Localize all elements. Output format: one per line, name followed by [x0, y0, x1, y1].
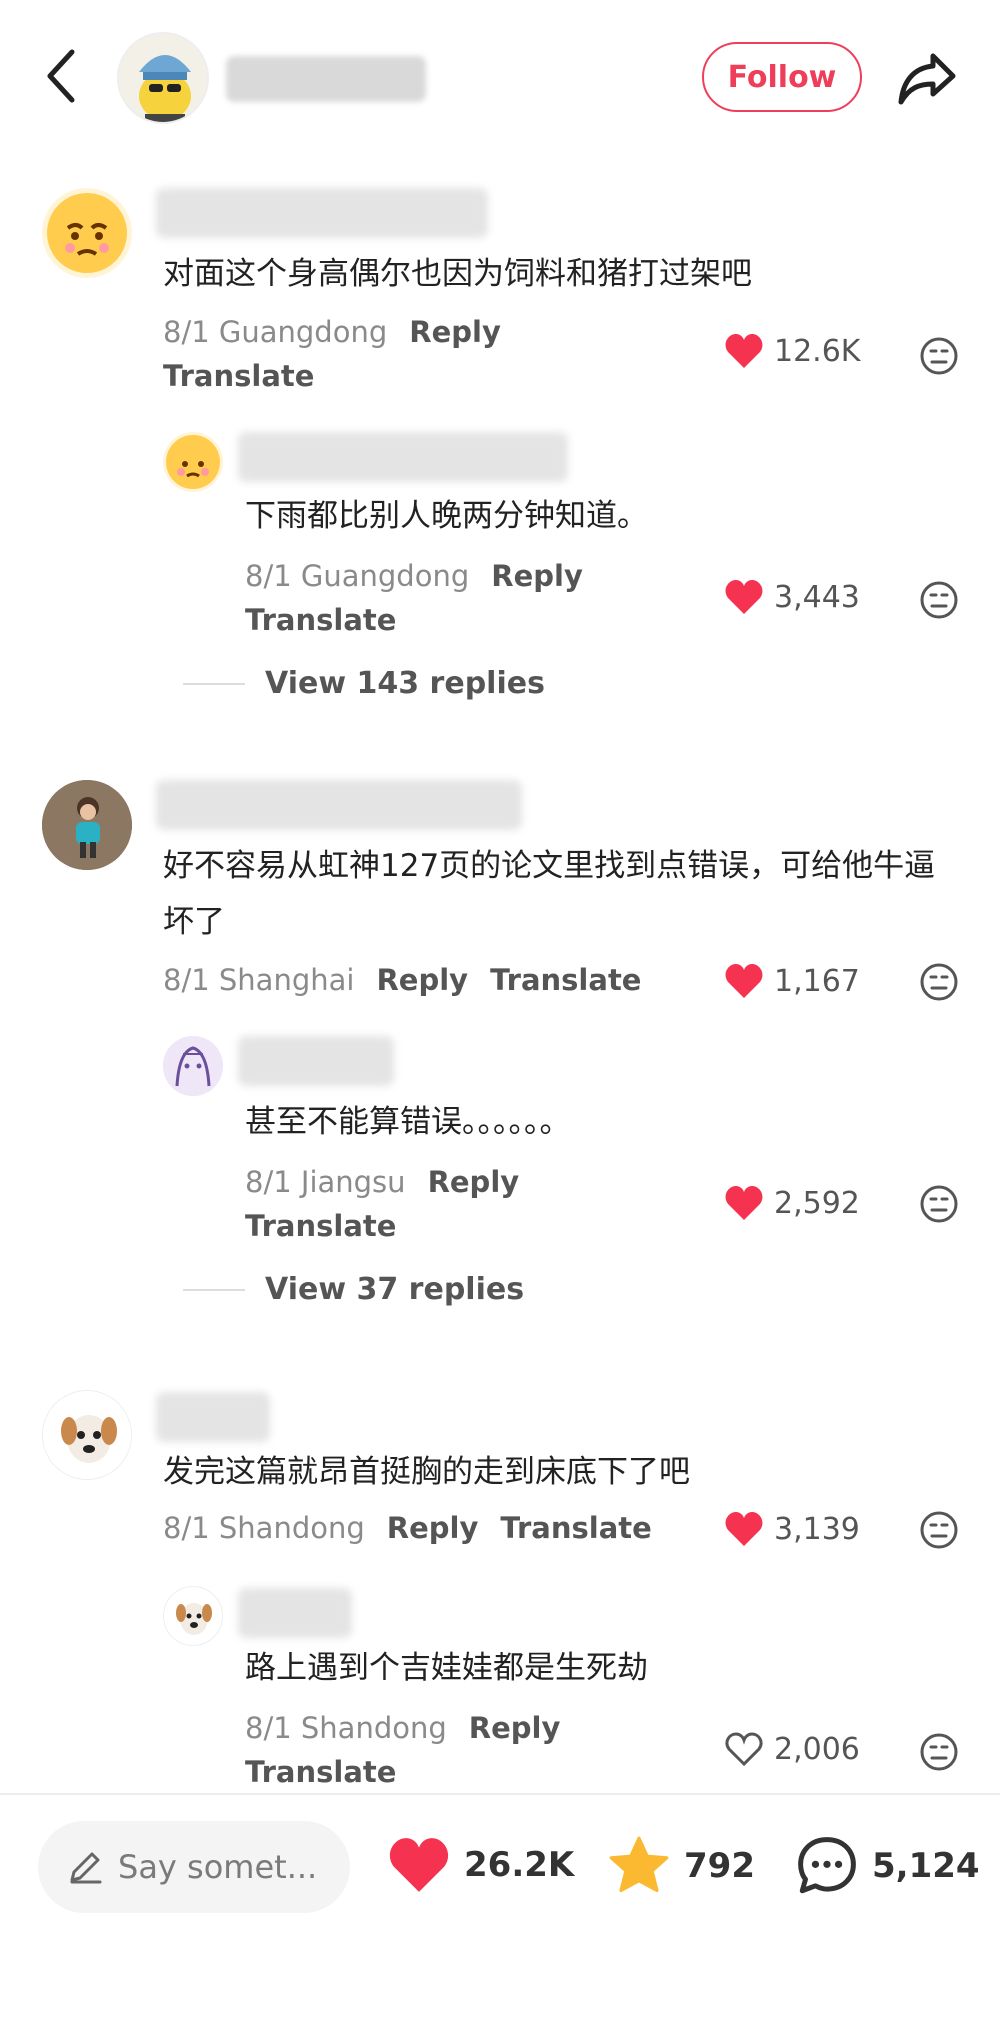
- reply-button[interactable]: Reply: [428, 1165, 520, 1199]
- date-location: 8/1 Jiangsu: [245, 1165, 406, 1199]
- reply-text: 下雨都比别人晚两分钟知道。: [245, 498, 648, 534]
- avatar[interactable]: [163, 432, 223, 492]
- comments-post-button[interactable]: 5,124: [794, 1833, 980, 1899]
- heart-outline-icon: [725, 1732, 763, 1767]
- translate-button[interactable]: Translate: [500, 1511, 651, 1545]
- translate-button[interactable]: Translate: [245, 1204, 396, 1248]
- translate-button[interactable]: Translate: [245, 598, 396, 642]
- heart-icon: [725, 1512, 763, 1546]
- share-icon[interactable]: [895, 48, 959, 110]
- bottom-action-bar: Say somet... 26.2K 792 5,124: [0, 1795, 1000, 1935]
- comment-meta: 8/1 Shandong Reply Translate: [163, 1506, 652, 1550]
- author-name-blurred: [226, 56, 426, 102]
- username-blurred: [156, 188, 488, 238]
- date-location: 8/1 Guangdong: [245, 559, 470, 593]
- reply-meta: 8/1 Guangdong Reply: [245, 554, 583, 598]
- heart-icon: [725, 964, 763, 998]
- view-replies-label: View 143 replies: [265, 666, 545, 701]
- follow-button[interactable]: Follow: [702, 42, 862, 112]
- date-location: 8/1 Shandong: [163, 1511, 365, 1545]
- reply-meta: 8/1 Jiangsu Reply: [245, 1160, 519, 1204]
- avatar[interactable]: [163, 1036, 223, 1096]
- translate-button[interactable]: Translate: [245, 1750, 396, 1794]
- translate-button[interactable]: Translate: [490, 963, 641, 997]
- username-blurred: [238, 432, 568, 482]
- like-count: 3,443: [774, 579, 860, 615]
- reply-meta: 8/1 Shandong Reply: [245, 1706, 560, 1750]
- heart-icon: [725, 1186, 763, 1220]
- face-react-icon[interactable]: [919, 580, 959, 620]
- post-comment-count: 5,124: [872, 1846, 980, 1886]
- like-post-button[interactable]: 26.2K: [386, 1835, 574, 1895]
- chat-bubble-icon: [798, 1837, 856, 1894]
- back-arrow-icon[interactable]: [36, 44, 88, 108]
- reply-button[interactable]: Reply: [469, 1711, 561, 1745]
- like-button[interactable]: 3,443: [724, 578, 860, 616]
- like-button[interactable]: 3,139: [724, 1510, 860, 1548]
- avatar[interactable]: [163, 1586, 223, 1646]
- reply-text: 甚至不能算错误。。。。。。: [245, 1104, 571, 1140]
- reply-button[interactable]: Reply: [409, 315, 501, 349]
- username-blurred: [156, 1392, 270, 1442]
- header: Follow: [0, 0, 1000, 150]
- post-like-count: 26.2K: [464, 1845, 575, 1885]
- face-react-icon[interactable]: [919, 962, 959, 1002]
- date-location: 8/1 Shanghai: [163, 963, 355, 997]
- translate-button[interactable]: Translate: [163, 354, 314, 398]
- date-location: 8/1 Guangdong: [163, 315, 388, 349]
- comment-meta: 8/1 Shanghai Reply Translate: [163, 958, 641, 1002]
- comment-text: 发完这篇就昂首挺胸的走到床底下了吧: [163, 1454, 690, 1490]
- view-replies-button[interactable]: View 37 replies: [183, 1272, 524, 1307]
- reply-button[interactable]: Reply: [387, 1511, 479, 1545]
- face-react-icon[interactable]: [919, 336, 959, 376]
- reply-button[interactable]: Reply: [491, 559, 583, 593]
- username-blurred: [238, 1588, 352, 1638]
- face-react-icon[interactable]: [919, 1184, 959, 1224]
- username-blurred: [238, 1036, 394, 1086]
- comment-meta: 8/1 Guangdong Reply: [163, 310, 501, 354]
- like-button[interactable]: 2,592: [724, 1184, 860, 1222]
- like-count: 2,006: [774, 1731, 860, 1767]
- comment-text: 对面这个身高偶尔也因为饲料和猪打过架吧: [163, 256, 752, 292]
- date-location: 8/1 Shandong: [245, 1711, 447, 1745]
- username-blurred: [156, 780, 522, 830]
- favorite-post-button[interactable]: 792: [606, 1835, 755, 1897]
- comment-input[interactable]: Say somet...: [38, 1821, 350, 1913]
- avatar[interactable]: [42, 1390, 132, 1480]
- post-favorite-count: 792: [684, 1846, 755, 1886]
- heart-icon: [725, 334, 763, 368]
- comment-input-placeholder: Say somet...: [118, 1848, 318, 1886]
- author-avatar[interactable]: [117, 32, 209, 124]
- like-button[interactable]: 12.6K: [724, 332, 860, 370]
- heart-icon: [389, 1838, 449, 1892]
- like-button[interactable]: 1,167: [724, 962, 860, 1000]
- divider-line: [183, 1288, 245, 1291]
- comment-text: 好不容易从虹神127页的论文里找到点错误，可给他牛逼坏了: [163, 848, 936, 940]
- like-button[interactable]: 2,006: [724, 1730, 860, 1768]
- pencil-icon: [70, 1852, 102, 1884]
- reply-button[interactable]: Reply: [376, 963, 468, 997]
- like-count: 12.6K: [774, 333, 861, 369]
- heart-icon: [725, 580, 763, 614]
- like-count: 3,139: [774, 1511, 860, 1547]
- face-react-icon[interactable]: [919, 1510, 959, 1550]
- avatar[interactable]: [42, 780, 132, 870]
- reply-text: 路上遇到个吉娃娃都是生死劫: [245, 1650, 648, 1686]
- like-count: 2,592: [774, 1185, 860, 1221]
- view-replies-button[interactable]: View 143 replies: [183, 666, 545, 701]
- divider-line: [183, 682, 245, 685]
- view-replies-label: View 37 replies: [265, 1272, 525, 1307]
- star-icon: [609, 1836, 669, 1893]
- face-react-icon[interactable]: [919, 1732, 959, 1772]
- avatar[interactable]: [42, 188, 132, 278]
- like-count: 1,167: [774, 963, 860, 999]
